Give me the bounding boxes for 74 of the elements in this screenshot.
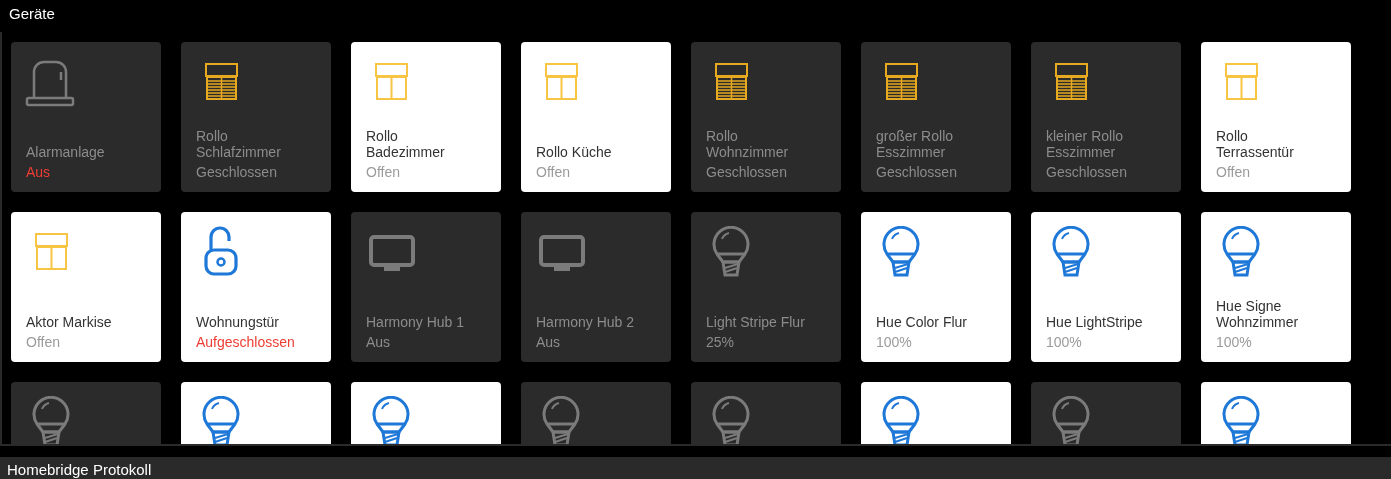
- window-icon: [34, 232, 70, 272]
- device-tile[interactable]: Hue LightStripe 100%: [1031, 212, 1181, 362]
- device-status: Offen: [26, 334, 61, 350]
- blind-icon: [204, 62, 240, 102]
- device-tile[interactable]: Rollo Badezimmer Offen: [351, 42, 501, 192]
- device-tile[interactable]: Alarmanlage Aus: [11, 42, 161, 192]
- light-bulb-icon: [1050, 226, 1092, 280]
- device-tile[interactable]: Harmony Hub 1 Aus: [351, 212, 501, 362]
- light-bulb-icon: [200, 396, 242, 444]
- window-icon: [1224, 62, 1260, 102]
- device-tile[interactable]: Light Stripe Flur 25%: [691, 212, 841, 362]
- device-status: 25%: [706, 334, 736, 350]
- light-bulb-icon: [30, 396, 72, 444]
- light-bulb-icon: [1050, 396, 1092, 444]
- unlocked-padlock-icon: [203, 226, 239, 278]
- device-name: Rollo Terrassentür: [1216, 128, 1295, 160]
- light-bulb-icon: [710, 396, 752, 444]
- device-status: Geschlossen: [1046, 164, 1128, 180]
- device-name: Harmony Hub 2: [536, 314, 636, 330]
- device-name: Alarmanlage: [26, 144, 106, 160]
- light-bulb-icon: [1220, 396, 1262, 444]
- device-tile[interactable]: Rollo Küche Offen: [521, 42, 671, 192]
- device-name: Aktor Markise: [26, 314, 113, 330]
- device-name: Hue LightStripe: [1046, 314, 1144, 330]
- blind-icon: [884, 62, 920, 102]
- light-bulb-icon: [710, 226, 752, 280]
- device-tile[interactable]: Rollo Terrassentür Offen: [1201, 42, 1351, 192]
- device-name: Rollo Küche: [536, 144, 613, 160]
- monitor-icon: [368, 234, 418, 274]
- log-panel-title: Homebridge Protokoll: [0, 457, 1391, 479]
- light-bulb-icon: [880, 226, 922, 280]
- window-icon: [544, 62, 580, 102]
- device-tile[interactable]: Hue Color Flur 100%: [861, 212, 1011, 362]
- device-name: großer Rollo Esszimmer: [876, 128, 955, 160]
- device-tile[interactable]: Harmony Hub 2 Aus: [521, 212, 671, 362]
- blind-icon: [1054, 62, 1090, 102]
- window-icon: [374, 62, 410, 102]
- device-status: Aus: [366, 334, 392, 350]
- device-name: Hue Signe Wohnzimmer: [1216, 298, 1300, 330]
- light-bulb-icon: [880, 396, 922, 444]
- device-tile[interactable]: Wohnungstür Aufgeschlossen: [181, 212, 331, 362]
- device-status: Aus: [26, 164, 52, 180]
- device-status: Aufgeschlossen: [196, 334, 296, 350]
- device-tile[interactable]: großer Rollo Esszimmer Geschlossen: [861, 42, 1011, 192]
- device-name: Wohnungstür: [196, 314, 280, 330]
- device-status: Geschlossen: [196, 164, 278, 180]
- device-name: Hue Color Flur: [876, 314, 969, 330]
- monitor-icon: [538, 234, 588, 274]
- device-status: Aus: [536, 334, 562, 350]
- light-bulb-icon: [540, 396, 582, 444]
- device-status: Geschlossen: [706, 164, 788, 180]
- light-bulb-icon: [370, 396, 412, 444]
- blind-icon: [714, 62, 750, 102]
- device-status: 100%: [1046, 334, 1083, 350]
- device-tile[interactable]: kleiner Rollo Esszimmer Geschlossen: [1031, 42, 1181, 192]
- device-name: kleiner Rollo Esszimmer: [1046, 128, 1125, 160]
- device-status: Offen: [1216, 164, 1251, 180]
- device-status: 100%: [1216, 334, 1253, 350]
- device-tile[interactable]: Rollo Schlafzimmer Geschlossen: [181, 42, 331, 192]
- device-tile[interactable]: Aktor Markise Offen: [11, 212, 161, 362]
- device-status: 100%: [876, 334, 913, 350]
- device-name: Light Stripe Flur: [706, 314, 806, 330]
- device-name: Rollo Wohnzimmer: [706, 128, 790, 160]
- device-status: Geschlossen: [876, 164, 958, 180]
- light-bulb-icon: [1220, 226, 1262, 280]
- device-tile[interactable]: Hue Signe Wohnzimmer 100%: [1201, 212, 1351, 362]
- section-title: Geräte: [8, 4, 56, 21]
- device-tile[interactable]: Rollo Wohnzimmer Geschlossen: [691, 42, 841, 192]
- device-name: Rollo Badezimmer: [366, 128, 446, 160]
- device-status: Offen: [536, 164, 571, 180]
- device-status: Offen: [366, 164, 401, 180]
- device-name: Harmony Hub 1: [366, 314, 466, 330]
- device-name: Rollo Schlafzimmer: [196, 128, 282, 160]
- siren-icon: [24, 58, 76, 108]
